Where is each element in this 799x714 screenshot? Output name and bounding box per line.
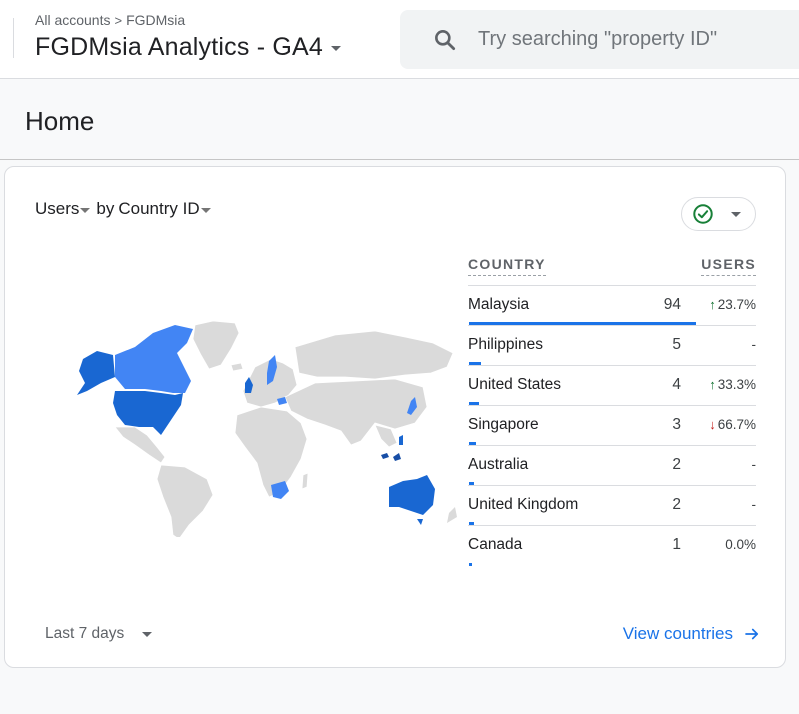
map-region-alaska: [77, 351, 115, 395]
trend-arrow-icon: ↑: [709, 297, 716, 312]
share-bar: [469, 442, 476, 445]
breadcrumb-account[interactable]: FGDMsia: [126, 12, 185, 28]
search-icon: [435, 29, 456, 50]
world-map[interactable]: [35, 307, 465, 537]
share-bar: [469, 322, 696, 325]
users-value: 1: [672, 536, 681, 553]
change-value: -: [750, 337, 757, 352]
users-value: 3: [672, 416, 681, 433]
caret-down-icon: [331, 46, 341, 51]
change-value: 0.0%: [723, 537, 756, 552]
users-by-country-card: Users by Country ID COUNTRY USERS Malays…: [4, 166, 786, 668]
data-quality-button[interactable]: [681, 197, 756, 231]
table-row[interactable]: Philippines 5 -: [468, 326, 756, 366]
trend-arrow-icon: ↓: [709, 417, 716, 432]
date-range-label: Last 7 days: [45, 625, 125, 642]
caret-down-icon: [142, 631, 153, 637]
map-region-asia: [284, 378, 428, 446]
caret-down-icon[interactable]: [80, 207, 91, 213]
users-value: 2: [672, 456, 681, 473]
table-row[interactable]: Singapore 3 ↓ 66.7%: [468, 406, 756, 446]
map-region-africa: [234, 406, 308, 498]
property-selector[interactable]: FGDMsia Analytics - GA4: [35, 33, 341, 62]
chevron-right-icon: >: [114, 12, 123, 28]
map-region-mexico: [114, 426, 166, 464]
change-value: ↓ 66.7%: [709, 417, 756, 432]
users-value: 5: [672, 336, 681, 353]
map-region-malaysia: [381, 453, 401, 461]
check-circle-icon: [693, 204, 713, 224]
breadcrumb: All accounts > FGDMsia: [35, 12, 185, 28]
caret-down-icon[interactable]: [200, 207, 211, 213]
change-value: -: [750, 497, 757, 512]
view-countries-link[interactable]: View countries: [623, 624, 761, 644]
caret-down-icon: [731, 211, 741, 217]
share-bar: [469, 362, 481, 365]
map-region-australia: [389, 475, 435, 515]
trend-arrow-icon: ↑: [709, 377, 716, 392]
share-bar: [469, 402, 479, 405]
change-text: 0.0%: [725, 537, 756, 552]
top-bar: All accounts > FGDMsia FGDMsia Analytics…: [0, 0, 799, 79]
country-name: Philippines: [468, 336, 543, 353]
map-region-madagascar: [301, 472, 309, 490]
table-body: Malaysia 94 ↑ 23.7% Philippines 5 - Unite…: [468, 286, 756, 566]
date-range-selector[interactable]: Last 7 days: [45, 625, 153, 643]
page-header: Home: [0, 80, 799, 160]
dimension-selector[interactable]: Country ID: [118, 199, 199, 219]
change-text: -: [751, 457, 757, 472]
arrow-right-icon: [745, 628, 759, 640]
map-region-south-america: [156, 464, 214, 537]
users-value: 94: [663, 296, 681, 313]
property-name: FGDMsia Analytics - GA4: [35, 33, 323, 61]
share-bar: [469, 563, 472, 566]
change-text: 66.7%: [717, 417, 756, 432]
column-header-users[interactable]: USERS: [701, 255, 756, 276]
column-header-country[interactable]: COUNTRY: [468, 255, 546, 276]
change-text: 23.7%: [717, 297, 756, 312]
by-label: by: [96, 199, 115, 218]
change-value: ↑ 23.7%: [709, 297, 756, 312]
search-input[interactable]: [478, 28, 798, 51]
country-name: Canada: [468, 536, 523, 553]
change-text: -: [751, 337, 757, 352]
metric-selector[interactable]: Users: [35, 199, 79, 219]
share-bar: [469, 522, 474, 525]
change-value: ↑ 33.3%: [709, 377, 756, 392]
country-name: United States: [468, 376, 562, 393]
country-name: United Kingdom: [468, 496, 579, 513]
country-name: Australia: [468, 456, 529, 473]
map-region-canada: [115, 325, 193, 393]
table-row[interactable]: United States 4 ↑ 33.3%: [468, 366, 756, 406]
share-bar: [469, 482, 474, 485]
table-row[interactable]: Malaysia 94 ↑ 23.7%: [468, 286, 756, 326]
map-region-russia: [294, 330, 454, 380]
card-title: Users by Country ID: [35, 199, 215, 219]
country-name: Malaysia: [468, 296, 530, 313]
change-text: 33.3%: [717, 377, 756, 392]
change-value: -: [750, 457, 757, 472]
table-row[interactable]: United Kingdom 2 -: [468, 486, 756, 526]
country-table: COUNTRY USERS Malaysia 94 ↑ 23.7% Philipp…: [468, 255, 756, 566]
breadcrumb-all-accounts[interactable]: All accounts: [35, 12, 110, 28]
map-region-philippines: [399, 435, 403, 445]
page-title: Home: [25, 106, 95, 136]
divider: [13, 18, 14, 58]
map-region-iceland: [230, 362, 244, 372]
map-region-tasmania: [417, 519, 423, 525]
search-bar[interactable]: [400, 10, 799, 69]
view-countries-label: View countries: [622, 624, 733, 643]
change-text: -: [751, 497, 757, 512]
country-name: Singapore: [468, 416, 539, 433]
map-region-greenland: [192, 320, 240, 370]
table-row[interactable]: Australia 2 -: [468, 446, 756, 486]
table-header: COUNTRY USERS: [468, 255, 756, 286]
users-value: 4: [672, 376, 681, 393]
map-region-new-zealand: [447, 507, 457, 523]
table-row[interactable]: Canada 1 0.0%: [468, 526, 756, 566]
users-value: 2: [672, 496, 681, 513]
